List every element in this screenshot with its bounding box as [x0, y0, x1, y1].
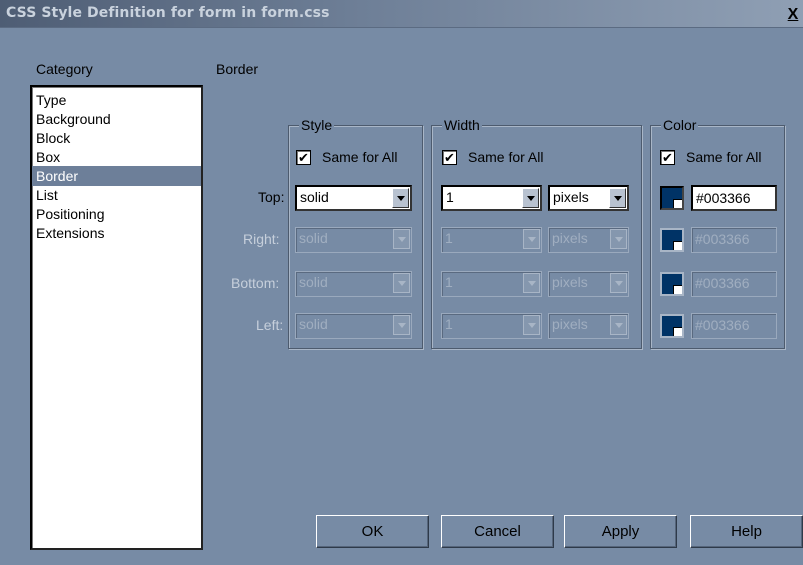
dropdown-arrow-icon[interactable]: [523, 273, 540, 293]
color-right-input[interactable]: #003366: [691, 227, 777, 253]
help-button[interactable]: Help: [690, 515, 803, 548]
color-left-picker-icon[interactable]: [660, 314, 684, 338]
width-left-unit-value: pixels: [552, 316, 588, 332]
category-item-background[interactable]: Background: [32, 109, 201, 129]
style-left-select[interactable]: solid: [295, 313, 412, 339]
dropdown-arrow-icon[interactable]: [610, 315, 627, 335]
width-top-input[interactable]: 1: [441, 185, 542, 211]
category-header: Category: [36, 61, 93, 77]
width-bottom-unit-value: pixels: [552, 274, 588, 290]
style-top-select[interactable]: solid: [295, 185, 412, 211]
category-item-type[interactable]: Type: [32, 90, 201, 110]
color-top-input[interactable]: #003366: [691, 185, 777, 211]
row-label-left: Left:: [256, 317, 284, 333]
color-group-title: Color: [661, 116, 699, 134]
color-same-for-all-label: Same for All: [686, 149, 762, 165]
category-item-block[interactable]: Block: [32, 128, 201, 148]
style-same-for-all-checkbox[interactable]: ✔: [296, 150, 311, 165]
color-right-picker-icon[interactable]: [660, 228, 684, 252]
style-group: Style ✔ Same for All solid solid solid s…: [288, 116, 423, 349]
apply-button[interactable]: Apply: [564, 515, 677, 548]
dropdown-arrow-icon[interactable]: [610, 229, 627, 249]
dropdown-arrow-icon[interactable]: [610, 273, 627, 293]
style-left-value: solid: [299, 316, 328, 332]
window-title: CSS Style Definition for form in form.cs…: [6, 5, 330, 21]
row-label-right: Right:: [243, 231, 280, 247]
width-group-title: Width: [442, 116, 482, 134]
style-bottom-value: solid: [299, 274, 328, 290]
category-item-list[interactable]: List: [32, 185, 201, 205]
color-group: Color ✔ Same for All #003366 #003366 #00…: [650, 116, 785, 349]
dropdown-arrow-icon[interactable]: [609, 188, 626, 208]
color-left-input[interactable]: #003366: [691, 313, 777, 339]
close-button[interactable]: X: [786, 7, 800, 24]
dropdown-arrow-icon[interactable]: [393, 315, 410, 335]
style-same-for-all-label: Same for All: [322, 149, 398, 165]
dropdown-arrow-icon[interactable]: [393, 229, 410, 249]
dropdown-arrow-icon[interactable]: [522, 188, 539, 208]
width-same-for-all-checkbox[interactable]: ✔: [442, 150, 457, 165]
row-label-bottom: Bottom:: [231, 275, 280, 291]
width-top-value: 1: [446, 189, 454, 205]
width-bottom-unit-select[interactable]: pixels: [548, 271, 629, 297]
category-list[interactable]: Type Background Block Box Border List Po…: [30, 85, 203, 550]
title-bar: CSS Style Definition for form in form.cs…: [0, 0, 803, 28]
dropdown-arrow-icon[interactable]: [392, 188, 409, 208]
width-right-input[interactable]: 1: [441, 227, 542, 253]
style-top-value: solid: [300, 189, 329, 205]
row-label-top: Top:: [258, 189, 285, 205]
category-item-positioning[interactable]: Positioning: [32, 204, 201, 224]
style-right-value: solid: [299, 230, 328, 246]
color-same-for-all-checkbox[interactable]: ✔: [660, 150, 675, 165]
color-bottom-picker-icon[interactable]: [660, 272, 684, 296]
color-bottom-input[interactable]: #003366: [691, 271, 777, 297]
dropdown-arrow-icon[interactable]: [393, 273, 410, 293]
width-left-value: 1: [445, 316, 453, 332]
width-bottom-value: 1: [445, 274, 453, 290]
category-item-extensions[interactable]: Extensions: [32, 223, 201, 243]
color-top-picker-icon[interactable]: [660, 186, 684, 210]
dropdown-arrow-icon[interactable]: [523, 315, 540, 335]
width-top-unit-select[interactable]: pixels: [548, 185, 629, 211]
width-right-value: 1: [445, 230, 453, 246]
width-bottom-input[interactable]: 1: [441, 271, 542, 297]
ok-button[interactable]: OK: [316, 515, 429, 548]
dropdown-arrow-icon[interactable]: [523, 229, 540, 249]
width-same-for-all-label: Same for All: [468, 149, 544, 165]
style-right-select[interactable]: solid: [295, 227, 412, 253]
width-right-unit-value: pixels: [552, 230, 588, 246]
width-left-input[interactable]: 1: [441, 313, 542, 339]
category-item-box[interactable]: Box: [32, 147, 201, 167]
width-right-unit-select[interactable]: pixels: [548, 227, 629, 253]
style-group-title: Style: [299, 116, 335, 134]
width-group: Width ✔ Same for All 1 pixels 1 pixels 1…: [431, 116, 642, 349]
width-left-unit-select[interactable]: pixels: [548, 313, 629, 339]
width-top-unit-value: pixels: [553, 189, 589, 205]
panel-title: Border: [216, 61, 259, 77]
cancel-button[interactable]: Cancel: [441, 515, 554, 548]
category-item-border[interactable]: Border: [32, 166, 201, 186]
style-bottom-select[interactable]: solid: [295, 271, 412, 297]
